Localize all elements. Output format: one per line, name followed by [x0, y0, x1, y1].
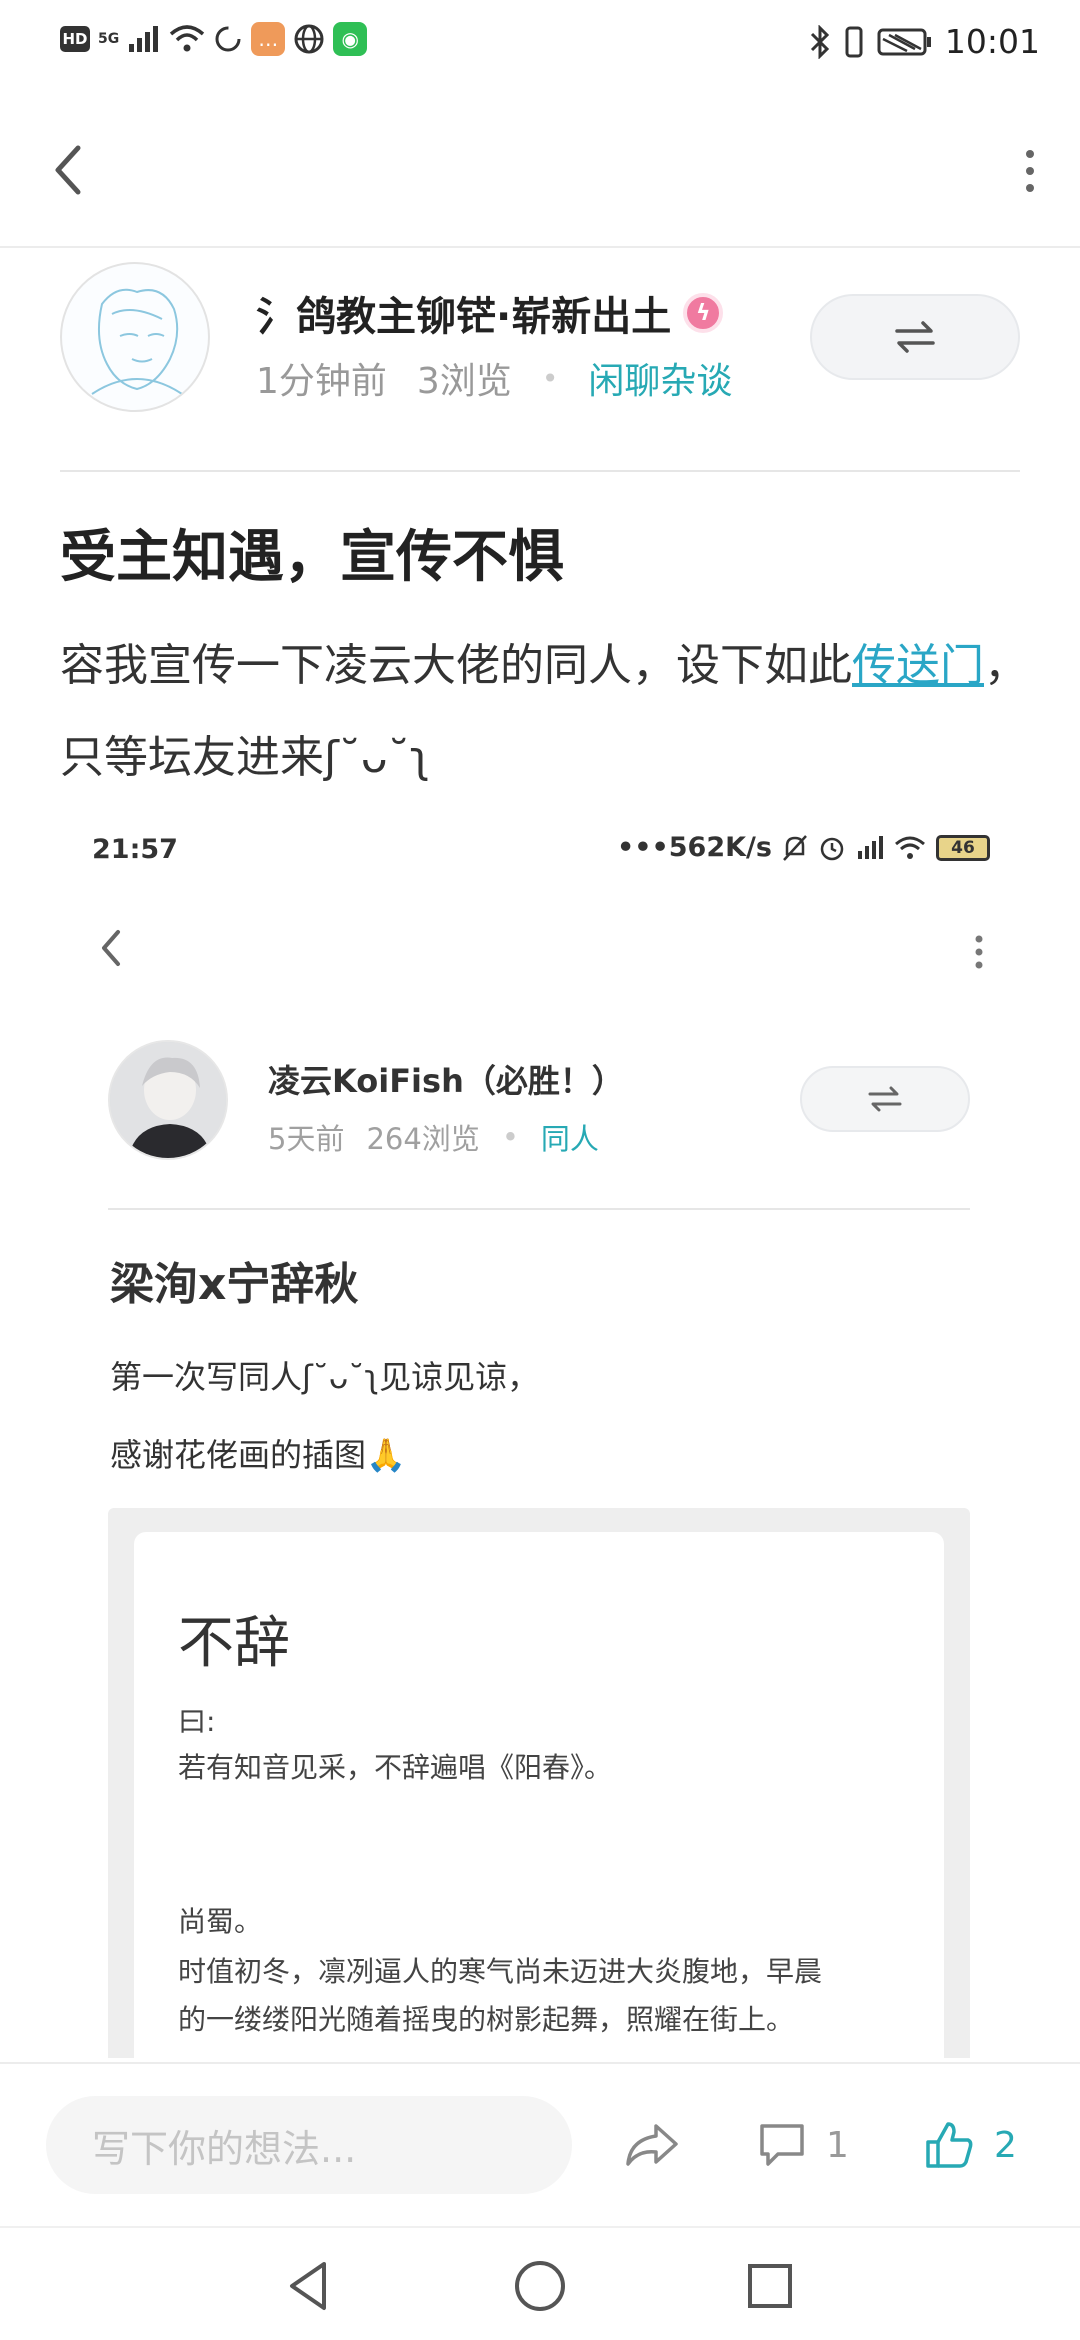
embedded-wifi-icon: [895, 836, 925, 859]
share-button[interactable]: [622, 2110, 682, 2180]
meta-separator: •: [541, 361, 559, 395]
post-body: 容我宣传一下凌云大佬的同人，设下如此传送门，只等坛友进来ʃ˘ᴗ˘ʅ: [60, 620, 1030, 804]
like-count: 2: [994, 2124, 1017, 2166]
author-divider: [60, 470, 1020, 472]
bluetooth-icon: [810, 24, 830, 59]
embedded-more-icon: [975, 935, 983, 969]
mute-bell-icon: [783, 834, 807, 861]
embedded-back-icon: [102, 930, 120, 966]
post-title: 受主知遇，宣传不惧: [60, 525, 564, 590]
back-icon[interactable]: [44, 140, 94, 200]
portrait-icon: [110, 1042, 226, 1158]
chat-app-icon: …: [251, 22, 286, 56]
embedded-follow-button: [800, 1066, 970, 1132]
action-bar-divider: [0, 2062, 1080, 2064]
hd-badge: HD: [60, 26, 90, 52]
post-views: 3浏览: [416, 361, 512, 402]
comment-input[interactable]: 写下你的想法...: [46, 2096, 572, 2194]
sync-icon: [215, 26, 241, 52]
embedded-battery: 46: [936, 834, 990, 861]
comment-count: 1: [826, 2124, 849, 2166]
nav-back-icon[interactable]: [280, 2256, 340, 2316]
avatar-sketch-icon: [91, 288, 183, 395]
status-left-icons: HD 5G … ◉: [60, 22, 368, 56]
battery-icon: [877, 28, 931, 55]
system-nav-bar: [0, 2226, 1080, 2340]
status-right-icons: 10:01: [809, 22, 1040, 61]
embedded-meta: 5天前 264浏览 • 同人: [268, 1116, 599, 1158]
embedded-signal-icon: [858, 835, 883, 859]
embedded-divider: [108, 1208, 970, 1210]
status-bar: HD 5G … ◉ 10:01: [0, 0, 1080, 84]
nav-recents-icon[interactable]: [740, 2256, 800, 2316]
comment-placeholder: 写下你的想法...: [92, 2126, 357, 2171]
embedded-net-speed: •••562K/s: [617, 832, 772, 863]
card-line: 尚蜀。: [178, 1905, 263, 1938]
embedded-body: 第一次写同人ʃ˘ᴗ˘ʅ见谅见谅， 感谢花佬画的插图🙏: [110, 1338, 970, 1494]
embedded-body-line1: 第一次写同人ʃ˘ᴗ˘ʅ见谅见谅，: [110, 1358, 540, 1396]
embedded-meta-separator: •: [501, 1120, 519, 1154]
signal-icon: [129, 26, 159, 52]
more-options-icon[interactable]: [1020, 146, 1040, 196]
card-line: 的一缕缕阳光随着摇曳的树影起舞，照耀在街上。: [178, 2003, 795, 2036]
post-category[interactable]: 闲聊杂谈: [588, 352, 732, 404]
embedded-swap-icon: [868, 1086, 902, 1112]
nav-home-icon[interactable]: [510, 2256, 570, 2316]
author-name-row[interactable]: 氵鸽教主铆铓·崭新出土 ϟ: [256, 284, 724, 342]
embedded-body-line2: 感谢花佬画的插图🙏: [110, 1436, 406, 1474]
top-nav: [0, 110, 1080, 220]
embedded-author-avatar: [108, 1040, 228, 1160]
post-time: 1分钟前: [256, 361, 387, 402]
wifi-icon: [170, 25, 205, 52]
status-time: 10:01: [944, 22, 1040, 61]
embedded-text-card: 不辞 曰: 若有知音见采，不辞遍唱《阳春》。 尚蜀。 时值初冬，凛冽逼人的寒气尚…: [134, 1532, 944, 2058]
embedded-views: 264浏览: [366, 1122, 480, 1156]
embedded-author-name: 凌云KoiFish（必胜！）: [268, 1062, 624, 1100]
share-icon: [626, 2124, 678, 2166]
embedded-illustration-frame: 不辞 曰: 若有知音见采，不辞遍唱《阳春》。 尚蜀。 时值初冬，凛冽逼人的寒气尚…: [108, 1508, 970, 2058]
card-line: 若有知音见采，不辞遍唱《阳春》。: [178, 1751, 613, 1784]
embedded-screenshot[interactable]: 21:57 •••562K/s 46 凌云KoiFish（必胜！） 5天前 26…: [60, 808, 1020, 2058]
embedded-title: 梁洵x宁辞秋: [110, 1259, 359, 1310]
wechat-icon: ◉: [333, 22, 368, 56]
portal-link[interactable]: 传送门: [852, 640, 984, 691]
card-title: 不辞: [178, 1611, 290, 1676]
thumbs-up-icon: [926, 2122, 973, 2168]
follow-button[interactable]: [810, 294, 1020, 380]
vibrate-icon: [845, 26, 863, 57]
comment-icon: [760, 2124, 804, 2166]
globe-icon: [294, 24, 324, 54]
network-type: 5G: [98, 31, 120, 47]
post-body-text: 容我宣传一下凌云大佬的同人，设下如此: [60, 640, 852, 691]
embedded-time: 21:57: [92, 834, 178, 865]
like-button[interactable]: 2: [922, 2110, 1017, 2180]
post-meta: 1分钟前 3浏览 • 闲聊杂谈: [256, 352, 732, 404]
nav-divider: [0, 246, 1080, 248]
comment-button[interactable]: 1: [756, 2110, 849, 2180]
alarm-icon: [820, 837, 844, 860]
author-avatar[interactable]: [60, 262, 210, 412]
embedded-status-right: •••562K/s 46: [617, 832, 990, 863]
embedded-time-ago: 5天前: [268, 1122, 345, 1156]
embedded-category: 同人: [540, 1122, 599, 1156]
level-badge-icon: ϟ: [683, 293, 724, 333]
author-name[interactable]: 氵鸽教主铆铓·崭新出土: [256, 284, 671, 342]
swap-arrows-icon: [895, 321, 935, 353]
